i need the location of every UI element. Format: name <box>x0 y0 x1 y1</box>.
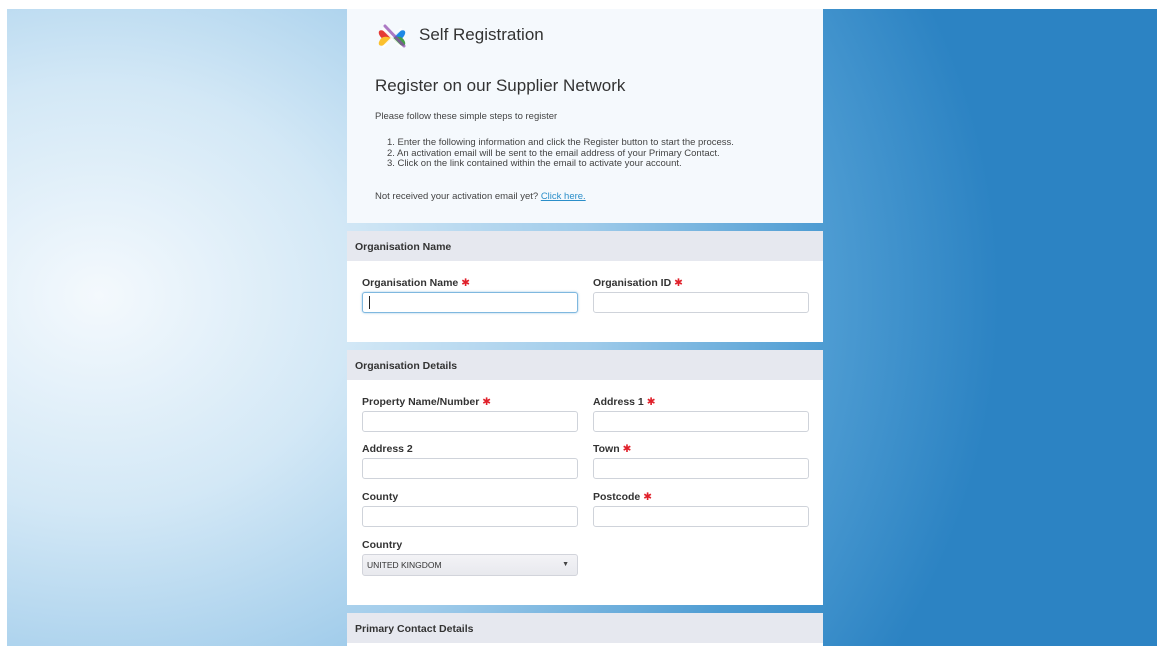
town-input[interactable] <box>593 458 809 479</box>
step-item: 3. Click on the link contained within th… <box>387 158 682 169</box>
section-header: Organisation Details <box>347 350 823 380</box>
organisation-name-panel: Organisation Name Organisation Name ✱ Or… <box>347 231 823 342</box>
steps-list: 1. Enter the following information and c… <box>387 137 734 170</box>
property-input[interactable] <box>362 411 578 432</box>
address2-input[interactable] <box>362 458 578 479</box>
text-caret <box>369 296 370 309</box>
required-icon: ✱ <box>622 443 632 455</box>
organisation-name-input[interactable] <box>362 292 578 313</box>
section-header: Organisation Name <box>347 231 823 261</box>
country-selected-value: UNITED KINGDOM <box>367 560 442 570</box>
organisation-details-panel: Organisation Details Property Name/Numbe… <box>347 350 823 605</box>
intro-panel: Self Registration Register on our Suppli… <box>347 9 823 223</box>
section-header: Primary Contact Details <box>347 613 823 643</box>
required-icon: ✱ <box>482 396 492 408</box>
property-field: Property Name/Number ✱ <box>362 396 491 412</box>
field-label: Country <box>362 539 403 551</box>
intro-text: Please follow these simple steps to regi… <box>375 111 558 122</box>
organisation-id-input[interactable] <box>593 292 809 313</box>
postcode-input[interactable] <box>593 506 809 527</box>
country-field: Country <box>362 539 402 555</box>
page-title: Register on our Supplier Network <box>375 76 626 95</box>
country-select[interactable]: UNITED KINGDOM ▼ <box>362 554 578 576</box>
field-label: Postcode ✱ <box>593 491 652 503</box>
activation-email-note: Not received your activation email yet? … <box>375 191 586 202</box>
chevron-down-icon: ▼ <box>562 561 569 568</box>
field-label: Organisation ID ✱ <box>593 277 683 289</box>
required-icon: ✱ <box>674 277 683 289</box>
county-field: County <box>362 491 398 507</box>
required-icon: ✱ <box>643 491 652 503</box>
field-label: County <box>362 491 399 503</box>
field-label: Organisation Name ✱ <box>362 277 471 289</box>
logo-title: Self Registration <box>419 25 544 44</box>
activation-email-text: Not received your activation email yet? <box>375 191 539 202</box>
field-label: Address 2 <box>362 443 413 455</box>
county-input[interactable] <box>362 506 578 527</box>
organisation-name-field: Organisation Name ✱ <box>362 277 470 293</box>
required-icon: ✱ <box>646 396 656 408</box>
address1-input[interactable] <box>593 411 809 432</box>
primary-contact-panel: Primary Contact Details <box>347 613 823 646</box>
required-icon: ✱ <box>461 277 471 289</box>
postcode-field: Postcode ✱ <box>593 491 652 507</box>
organisation-id-field: Organisation ID ✱ <box>593 277 683 293</box>
address2-field: Address 2 <box>362 443 413 459</box>
address1-field: Address 1 ✱ <box>593 396 656 412</box>
field-label: Property Name/Number ✱ <box>362 396 492 408</box>
logo-icon <box>378 24 406 49</box>
field-label: Address 1 ✱ <box>593 396 656 408</box>
resend-activation-link[interactable]: Click here. <box>541 191 586 202</box>
step-item: 1. Enter the following information and c… <box>387 137 734 148</box>
field-label: Town ✱ <box>593 443 632 455</box>
town-field: Town ✱ <box>593 443 631 459</box>
registration-column: Self Registration Register on our Suppli… <box>347 9 823 646</box>
